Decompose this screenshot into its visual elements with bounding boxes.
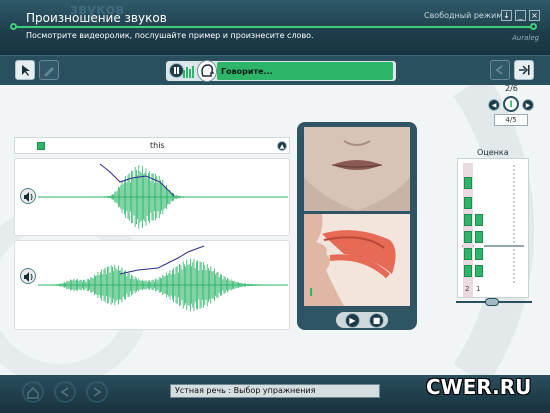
back-nav-button[interactable] [54,381,76,403]
waveform-trace [38,258,288,312]
forward-nav-button[interactable] [86,381,108,403]
watermark-text: CWER.RU [426,375,532,399]
next-word-button[interactable]: ▶ [522,99,534,111]
play-video-button[interactable]: ▶ [345,313,360,328]
waveform-trace [38,165,288,229]
back-arrow-icon [60,387,69,397]
exercise-counter: 2/6 [505,84,518,93]
score-axis-right: 1 [476,285,481,293]
score-axis-left: 2 [465,285,470,293]
window-title: Произношение звуков [26,11,167,25]
rail-dot [530,23,537,30]
example-waveform [38,163,288,229]
help-button[interactable]: ↓ [501,10,512,21]
play-example-button[interactable] [20,188,36,204]
play-recording-button[interactable] [20,268,36,284]
score-bar [464,197,472,209]
home-icon [27,386,39,399]
score-slider-thumb[interactable] [485,298,499,306]
pause-icon [174,67,179,74]
mode-label[interactable]: Свободный режим [424,11,502,20]
speech-status: Говорите... [221,67,273,76]
score-bar [464,214,472,226]
score-bar [464,248,472,260]
current-word-indicator: I [503,96,519,112]
title-rail [14,26,534,28]
footer-status-text: Устная речь : Выбор упражнения [175,386,316,395]
next-step-button[interactable] [514,60,534,80]
level-meter-icon [183,63,195,78]
score-bar [464,177,472,189]
recording-waveform [38,245,288,312]
score-bar [475,265,483,277]
collapse-button[interactable]: ▲ [277,141,287,151]
edit-tool-button[interactable] [39,60,59,80]
score-chart: 2 1 [457,158,529,298]
score-bar [475,231,483,243]
forward-arrow-icon [93,387,102,397]
prev-word-button[interactable]: ◀ [488,99,500,111]
minimize-button[interactable]: _ [515,10,526,21]
previous-step-button[interactable] [490,60,510,80]
pause-button[interactable] [169,63,184,78]
speaker-head-icon [197,60,217,82]
pencil-icon [44,67,54,77]
speaker-icon [24,272,33,282]
back-icon [495,65,503,75]
score-bar [475,214,483,226]
score-bar [475,248,483,260]
pointer-icon [22,65,30,76]
speaker-icon [24,192,33,202]
score-bar [464,265,472,277]
face-front-view [304,127,410,211]
close-button[interactable]: × [529,10,540,21]
home-button[interactable] [22,381,44,403]
brand-logo: Auraleg [512,34,540,42]
rail-dot [10,23,17,30]
score-label: Оценка [477,148,509,157]
cursor-tool-button[interactable] [15,60,35,80]
next-icon [519,65,530,75]
sub-counter: 4/5 [494,114,528,126]
stop-video-button[interactable]: ■ [369,313,384,328]
word-checkbox[interactable] [37,142,45,150]
score-bar [464,231,472,243]
video-marker: I [309,286,314,299]
instruction-text: Посмотрите видеоролик, послушайте пример… [26,31,314,40]
mouth-cross-section [304,214,410,306]
word-title: this [150,141,165,150]
